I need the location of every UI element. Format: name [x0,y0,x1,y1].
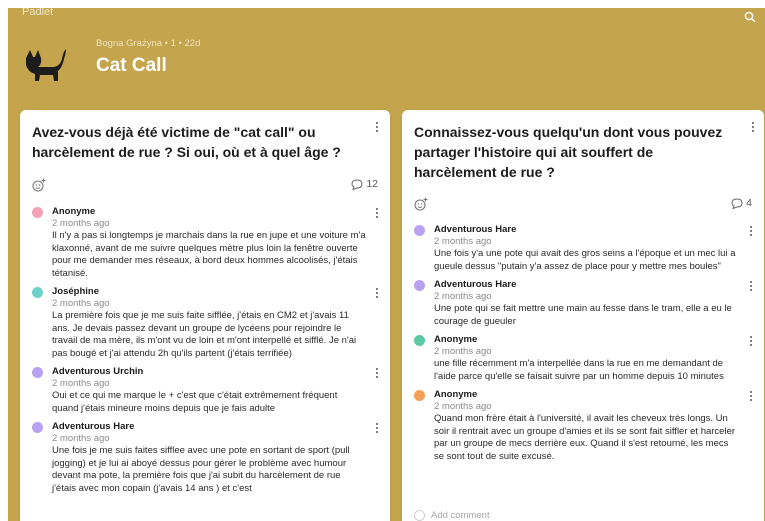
avatar [414,335,425,346]
comment-time: 2 months ago [52,433,110,444]
comment-text: Une fois je me suis faites sifflee avec … [52,445,350,494]
more-vertical-icon[interactable] [372,206,382,220]
avatar [32,287,43,298]
more-vertical-icon[interactable] [746,279,756,293]
comment-text: Oui et ce qui me marque le + c'est que c… [52,390,338,414]
comment-count-value: 4 [746,197,752,209]
more-vertical-icon[interactable] [748,120,758,134]
comment-text: Une pote qui se fait mettre une main au … [434,303,732,327]
comment-item: Anonyme 2 months ago une fille récemment… [402,334,764,383]
comment-text: Quand mon frère était à l'université, il… [434,413,736,462]
comment-author: Anonyme [434,389,478,400]
comment-author: Adventurous Hare [434,224,517,235]
comment-time: 2 months ago [434,236,492,247]
more-vertical-icon[interactable] [372,421,382,435]
comment-author: Anonyme [52,206,96,217]
comment-author: Adventurous Hare [52,421,135,432]
comment-time: 2 months ago [52,218,110,229]
top-bar: Padlet [8,8,765,30]
comment-time: 2 months ago [52,378,110,389]
comment-item: Adventurous Urchin 2 months ago Oui et c… [20,366,390,415]
post-actions-bar: 4 [414,197,752,213]
avatar [32,207,43,218]
comment-count[interactable]: 12 [351,178,378,190]
comment-author: Joséphine [52,286,99,297]
comment-list: Adventurous Hare 2 months ago Une fois y… [402,224,764,469]
padlet-board: Padlet Bogna Grażyna • 1 • 22d Cat Call … [8,8,765,521]
avatar [414,390,425,401]
board-title: Cat Call [96,55,167,76]
comment-item: Adventurous Hare 2 months ago Une pote q… [402,279,764,328]
more-vertical-icon[interactable] [372,366,382,380]
comment-item: Adventurous Hare 2 months ago Une fois y… [402,224,764,273]
comment-icon [731,197,743,209]
more-vertical-icon[interactable] [746,334,756,348]
brand-label: Padlet [22,8,54,18]
comment-item: Anonyme 2 months ago Quand mon frère éta… [402,389,764,463]
comment-list: Anonyme 2 months ago Il n'y a pas si lon… [20,206,390,501]
comment-time: 2 months ago [434,346,492,357]
avatar [32,367,43,378]
more-vertical-icon[interactable] [746,224,756,238]
post-card-1: Avez-vous déjà été victime de "cat call"… [20,110,390,521]
avatar [414,280,425,291]
comment-text: une fille récemment m'a interpellée dans… [434,358,724,382]
add-comment-input[interactable]: Add comment [414,510,490,521]
avatar [32,422,43,433]
post-title: Connaissez-vous quelqu'un dont vous pouv… [414,124,723,180]
post-card-2: Connaissez-vous quelqu'un dont vous pouv… [402,110,764,521]
comment-author: Adventurous Urchin [52,366,144,377]
comment-author: Anonyme [434,334,478,345]
post-actions-bar: 12 [32,178,378,194]
board-header: Bogna Grażyna • 1 • 22d Cat Call [22,38,522,88]
comment-icon [351,178,363,190]
comment-count-value: 12 [366,178,378,190]
comment-text: La première fois que je me suis faite si… [52,310,357,359]
comment-text: Il n'y a pas si longtemps je marchais da… [52,230,366,279]
comment-item: Joséphine 2 months ago La première fois … [20,286,390,360]
comment-text: Une fois y'a une pote qui avait des gros… [434,248,736,272]
more-vertical-icon[interactable] [372,286,382,300]
add-comment-placeholder: Add comment [431,510,490,521]
comment-item: Adventurous Hare 2 months ago Une fois j… [20,421,390,495]
comment-item: Anonyme 2 months ago Il n'y a pas si lon… [20,206,390,280]
avatar [414,225,425,236]
comment-time: 2 months ago [434,401,492,412]
add-reaction-icon[interactable] [32,178,46,192]
more-vertical-icon[interactable] [746,389,756,403]
add-reaction-icon[interactable] [414,197,428,211]
comment-count[interactable]: 4 [731,197,752,209]
user-avatar-placeholder [414,510,425,521]
board-meta: Bogna Grażyna • 1 • 22d [96,38,201,49]
search-icon[interactable] [741,8,759,26]
post-title: Avez-vous déjà été victime de "cat call"… [32,124,341,160]
comment-time: 2 months ago [52,298,110,309]
comment-author: Adventurous Hare [434,279,517,290]
more-vertical-icon[interactable] [372,120,382,134]
comment-time: 2 months ago [434,291,492,302]
cat-avatar [26,49,66,81]
